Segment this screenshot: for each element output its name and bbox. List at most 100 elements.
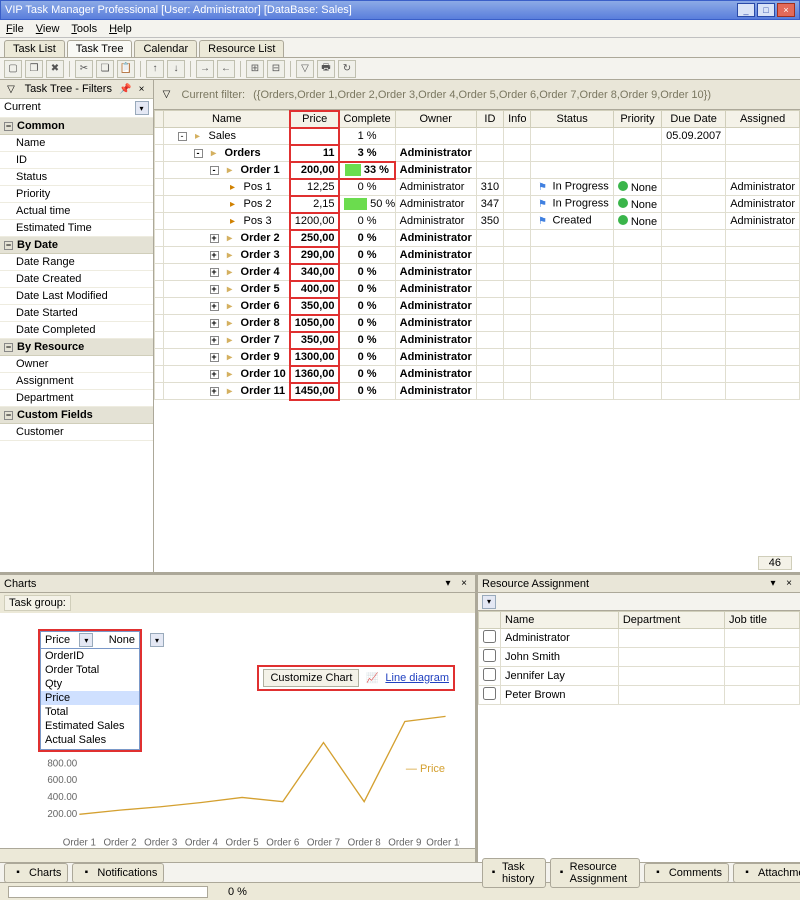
panel-close-icon[interactable]: × [782,577,796,591]
filter-item[interactable]: Estimated Time [0,220,153,237]
filter-item[interactable]: Actual time [0,203,153,220]
table-row[interactable]: ▸Pos 1 12,25 0 % Administrator 310 ⚑ In … [154,179,799,196]
col-due-date[interactable]: Due Date [662,111,726,128]
table-row[interactable]: +▸Order 8 1050,00 0 % Administrator [154,315,799,332]
section-by-date[interactable]: −By Date [0,237,153,254]
col-complete[interactable]: Complete [339,111,395,128]
chart-field-dropdown[interactable]: Price ▾ None OrderIDOrder TotalQtyPriceT… [40,631,140,750]
line-diagram-link[interactable]: Line diagram [385,672,449,684]
tool-copy2-icon[interactable]: ❏ [96,60,114,78]
expander-icon[interactable]: + [210,268,219,277]
col-assigned[interactable]: Assigned [726,111,800,128]
filter-item[interactable]: Name [0,135,153,152]
table-row[interactable]: -▸Orders 11 3 % Administrator [154,145,799,162]
tab-resource-list[interactable]: Resource List [199,40,284,57]
panel-close-icon[interactable]: × [457,577,471,591]
table-row[interactable]: +▸Order 10 1360,00 0 % Administrator [154,366,799,383]
tool-delete-icon[interactable]: ✖ [46,60,64,78]
expander-icon[interactable]: - [210,166,219,175]
minimize-button[interactable]: _ [737,3,755,17]
filter-item[interactable]: Owner [0,356,153,373]
tool-moveup-icon[interactable]: ↑ [146,60,164,78]
col-price[interactable]: Price [290,111,339,128]
tool-filter-icon[interactable]: ▽ [296,60,314,78]
tool-new-icon[interactable]: ▢ [4,60,22,78]
expander-icon[interactable]: + [210,302,219,311]
lower-tab-attachments[interactable]: ▪Attachments [733,863,800,883]
table-row[interactable]: +▸Order 9 1300,00 0 % Administrator [154,349,799,366]
expander-icon[interactable]: + [210,387,219,396]
dropdown-option[interactable]: Estimated Sales [41,719,139,733]
dropdown-option[interactable]: Total [41,705,139,719]
filter-item[interactable]: Priority [0,186,153,203]
expander-icon[interactable]: - [178,132,187,141]
menu-help[interactable]: Help [109,23,132,35]
tool-indent-icon[interactable]: → [196,60,214,78]
table-row[interactable]: ▸Pos 2 2,15 50 % Administrator 347 ⚑ In … [154,196,799,213]
filter-item[interactable]: Date Range [0,254,153,271]
tool-collapse-icon[interactable]: ⊟ [267,60,285,78]
lower-tab-charts[interactable]: ▪Charts [4,863,68,883]
tool-cut-icon[interactable]: ✂ [75,60,93,78]
lower-tab-resource-assignment[interactable]: ▪Resource Assignment [550,858,639,888]
resource-row[interactable]: Jennifer Lay [479,667,800,686]
expander-icon[interactable]: + [210,353,219,362]
dropdown-option[interactable]: Order Total [41,663,139,677]
lower-tab-notifications[interactable]: ▪Notifications [72,863,164,883]
table-row[interactable]: +▸Order 2 250,00 0 % Administrator [154,230,799,247]
tool-outdent-icon[interactable]: ← [217,60,235,78]
menu-file[interactable]: File [6,23,24,35]
filter-item[interactable]: Date Completed [0,322,153,339]
dropdown-option[interactable]: Qty [41,677,139,691]
filter-item[interactable]: Date Last Modified [0,288,153,305]
table-row[interactable]: +▸Order 6 350,00 0 % Administrator [154,298,799,315]
menu-view[interactable]: View [36,23,60,35]
resource-row[interactable]: Administrator [479,629,800,648]
panel-menu-icon[interactable]: ▾ [766,577,780,591]
res-col[interactable]: Department [618,612,724,629]
dropdown-option[interactable]: Price [41,691,139,705]
current-filter-row[interactable]: Current ▾ [0,99,153,118]
chevron-down-icon[interactable]: ▾ [79,633,93,647]
resource-checkbox[interactable] [483,687,496,700]
section-custom-fields[interactable]: −Custom Fields [0,407,153,424]
task-tree-grid[interactable]: NamePriceCompleteOwnerIDInfoStatusPriori… [154,110,800,572]
filter-item[interactable]: Assignment [0,373,153,390]
expander-icon[interactable]: + [210,336,219,345]
expander-icon[interactable]: + [210,234,219,243]
dropdown-option[interactable]: Actual Sales [41,733,139,747]
resource-checkbox[interactable] [483,649,496,662]
maximize-button[interactable]: □ [757,3,775,17]
sidebar-close-icon[interactable]: × [135,82,149,96]
lower-tab-comments[interactable]: ▪Comments [644,863,729,883]
table-row[interactable]: -▸Sales 1 % 05.09.2007 [154,128,799,145]
dropdown-option[interactable]: Order Count [41,747,139,749]
resource-checkbox[interactable] [483,630,496,643]
dropdown-option[interactable]: OrderID [41,649,139,663]
filter-item[interactable]: Status [0,169,153,186]
filter-item[interactable]: Customer [0,424,153,441]
table-row[interactable]: -▸Order 1 200,00 33 % Administrator [154,162,799,179]
tool-movedown-icon[interactable]: ↓ [167,60,185,78]
expander-icon[interactable]: + [210,319,219,328]
table-row[interactable]: +▸Order 4 340,00 0 % Administrator [154,264,799,281]
close-button[interactable]: × [777,3,795,17]
filter-item[interactable]: Date Started [0,305,153,322]
filter-item[interactable]: Date Created [0,271,153,288]
expander-icon[interactable]: + [210,285,219,294]
col-owner[interactable]: Owner [395,111,476,128]
filter-item[interactable]: ID [0,152,153,169]
expander-icon[interactable]: + [210,370,219,379]
resource-grid[interactable]: NameDepartmentJob titleAdministratorJohn… [478,611,800,862]
tab-task-list[interactable]: Task List [4,40,65,57]
resource-row[interactable]: John Smith [479,648,800,667]
table-row[interactable]: +▸Order 7 350,00 0 % Administrator [154,332,799,349]
table-row[interactable]: ▸Pos 3 1200,00 0 % Administrator 350 ⚑ C… [154,213,799,230]
res-col[interactable]: Name [501,612,619,629]
res-col[interactable]: Job title [725,612,800,629]
expander-icon[interactable]: - [194,149,203,158]
col-name[interactable]: Name [163,111,290,128]
section-common[interactable]: −Common [0,118,153,135]
tab-task-tree[interactable]: Task Tree [67,40,133,57]
lower-tab-task-history[interactable]: ▪Task history [482,858,546,888]
